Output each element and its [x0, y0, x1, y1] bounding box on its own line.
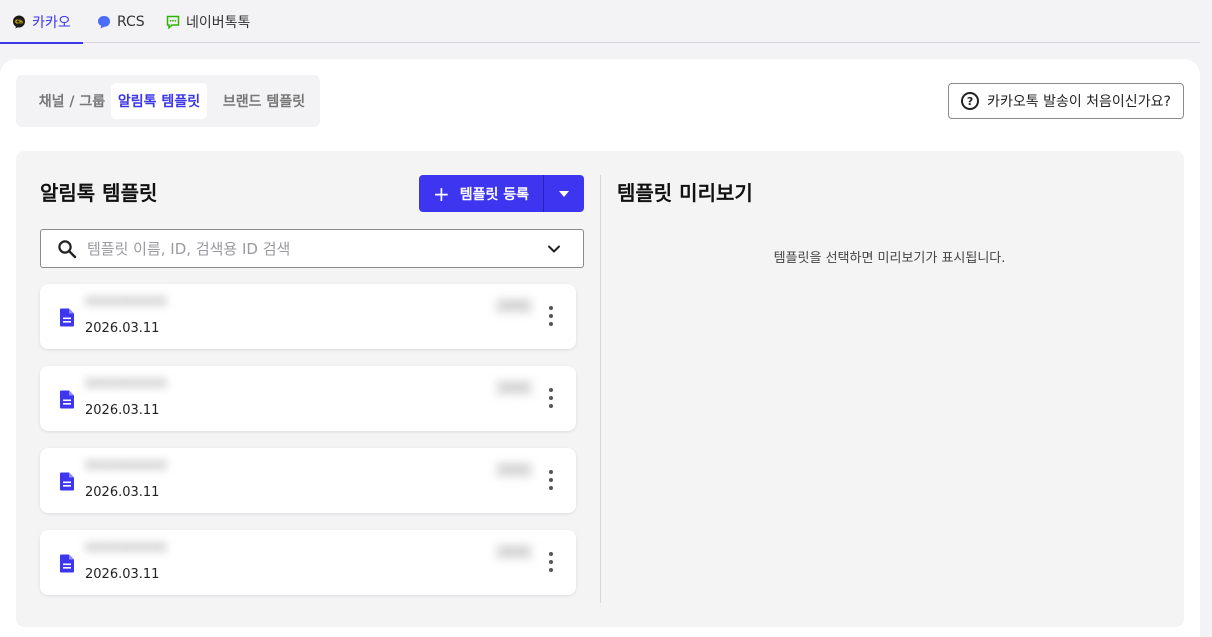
template-name: OOOOOOOO [85, 295, 167, 310]
template-name: OOOOOOOO [85, 377, 167, 392]
tab-rcs[interactable]: RCS [97, 0, 145, 43]
chevron-down-icon[interactable] [546, 241, 562, 257]
tab-kakao[interactable]: Ch 카카오 [0, 0, 83, 44]
template-status-badge: OOO [494, 297, 535, 315]
template-search-box [40, 229, 584, 268]
question-circle-icon: ? [961, 92, 980, 110]
template-list-item[interactable]: OOOOOOOO 2026.03.11 OOO [40, 284, 576, 349]
template-list-title: 알림톡 템플릿 [40, 181, 158, 205]
preview-empty-message: 템플릿을 선택하면 미리보기가 표시됩니다. [773, 251, 1006, 266]
template-status-badge: OOO [494, 543, 535, 561]
more-vertical-icon[interactable] [544, 470, 558, 490]
kakao-guide-label: 카카오톡 발송이 처음이신가요? [987, 94, 1171, 110]
document-icon [60, 308, 74, 327]
register-button-group: + 템플릿 등록 [419, 175, 584, 212]
tab-rcs-label: RCS [117, 13, 145, 30]
document-icon [60, 472, 74, 491]
template-list: OOOOOOOO 2026.03.11 OOO OOOOOOOO 2026.03… [40, 284, 576, 612]
document-icon [60, 554, 74, 573]
subtab-channel-group[interactable]: 채널 / 그룹 [24, 83, 120, 119]
template-date: 2026.03.11 [85, 321, 160, 336]
panel-divider [600, 175, 601, 603]
template-panel: 알림톡 템플릿 + 템플릿 등록 템플릿 이름, ID, 검색용 ID 검색 O… [16, 151, 1184, 627]
template-date: 2026.03.11 [85, 403, 160, 418]
subtab-brand-template[interactable]: 브랜드 템플릿 [216, 83, 312, 119]
tab-naver-talk[interactable]: 네이버톡톡 [166, 0, 250, 43]
more-vertical-icon[interactable] [544, 552, 558, 572]
document-icon [60, 390, 74, 409]
sub-tab-bar: 채널 / 그룹 알림톡 템플릿 브랜드 템플릿 [16, 75, 320, 127]
register-template-label: 템플릿 등록 [459, 186, 530, 203]
kakao-guide-button[interactable]: ? 카카오톡 발송이 처음이신가요? [948, 83, 1184, 119]
template-list-item[interactable]: OOOOOOOO 2026.03.11 OOO [40, 366, 576, 431]
template-status-badge: OOO [494, 379, 535, 397]
rcs-bubble-icon [98, 15, 110, 28]
register-template-button[interactable]: + 템플릿 등록 [419, 175, 543, 212]
more-vertical-icon[interactable] [544, 306, 558, 326]
main-card: 채널 / 그룹 알림톡 템플릿 브랜드 템플릿 ? 카카오톡 발송이 처음이신가… [0, 59, 1200, 637]
plus-icon: + [432, 181, 450, 206]
template-date: 2026.03.11 [85, 567, 160, 582]
template-name: OOOOOOOO [85, 459, 167, 474]
svg-text:Ch: Ch [15, 19, 23, 25]
search-icon [58, 240, 77, 259]
preview-title: 템플릿 미리보기 [617, 181, 753, 205]
template-status-badge: OOO [494, 461, 535, 479]
kakao-channel-icon: Ch [13, 15, 26, 28]
tab-naver-talk-label: 네이버톡톡 [186, 14, 251, 31]
template-search-input[interactable] [87, 238, 527, 260]
caret-down-icon [559, 190, 569, 197]
subtab-alimtalk-template[interactable]: 알림톡 템플릿 [111, 83, 207, 119]
naver-talk-icon [166, 15, 180, 29]
template-name: OOOOOOOO [85, 541, 167, 556]
template-date: 2026.03.11 [85, 485, 160, 500]
template-list-item[interactable]: OOOOOOOO 2026.03.11 OOO [40, 448, 576, 513]
template-list-item[interactable]: OOOOOOOO 2026.03.11 OOO [40, 530, 576, 595]
tab-kakao-label: 카카오 [32, 14, 71, 31]
channel-tab-bar: Ch 카카오 RCS 네이버톡톡 [0, 0, 1200, 44]
register-dropdown-button[interactable] [543, 175, 584, 212]
more-vertical-icon[interactable] [544, 388, 558, 408]
